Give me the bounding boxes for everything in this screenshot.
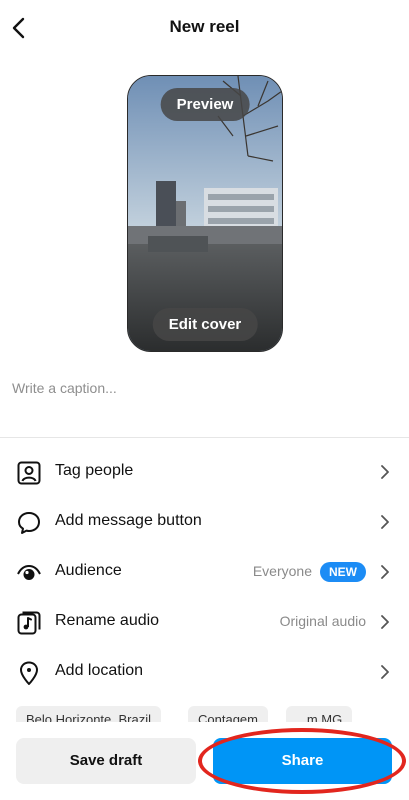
message-bubble-icon xyxy=(18,512,40,534)
share-button[interactable]: Share xyxy=(213,738,392,784)
option-label: Audience xyxy=(55,562,122,579)
save-draft-button[interactable]: Save draft xyxy=(16,738,196,784)
chevron-right-icon xyxy=(381,515,389,529)
option-label: Add message button xyxy=(55,512,202,529)
option-add-location[interactable]: Add location xyxy=(0,648,409,696)
chevron-right-icon xyxy=(381,565,389,579)
header: New reel xyxy=(0,0,409,56)
chevron-right-icon xyxy=(381,615,389,629)
audio-note-icon xyxy=(17,611,41,635)
option-label: Rename audio xyxy=(55,612,160,629)
option-rename-audio[interactable]: Rename audio Original audio xyxy=(0,598,409,646)
tag-person-icon xyxy=(17,461,41,485)
chevron-right-icon xyxy=(381,665,389,679)
audio-value: Original audio xyxy=(279,613,366,629)
new-badge: NEW xyxy=(320,562,366,582)
reel-preview-card[interactable]: Preview Edit cover xyxy=(127,75,283,352)
page-title: New reel xyxy=(169,17,240,36)
caption-input[interactable]: Write a caption... xyxy=(12,380,117,396)
chevron-right-icon xyxy=(381,465,389,479)
location-pin-icon xyxy=(20,661,38,685)
audience-value: Everyone xyxy=(252,563,312,579)
footer-actions: Save draft Share xyxy=(0,722,409,800)
edit-cover-button[interactable]: Edit cover xyxy=(152,308,258,341)
option-add-message-button[interactable]: Add message button xyxy=(0,498,409,546)
divider xyxy=(0,437,409,438)
eye-icon xyxy=(17,564,41,580)
option-audience[interactable]: Audience Everyone NEW xyxy=(0,548,409,596)
option-tag-people[interactable]: Tag people xyxy=(0,448,409,496)
option-label: Tag people xyxy=(55,462,134,479)
preview-button[interactable]: Preview xyxy=(160,88,250,121)
option-label: Add location xyxy=(55,662,144,679)
